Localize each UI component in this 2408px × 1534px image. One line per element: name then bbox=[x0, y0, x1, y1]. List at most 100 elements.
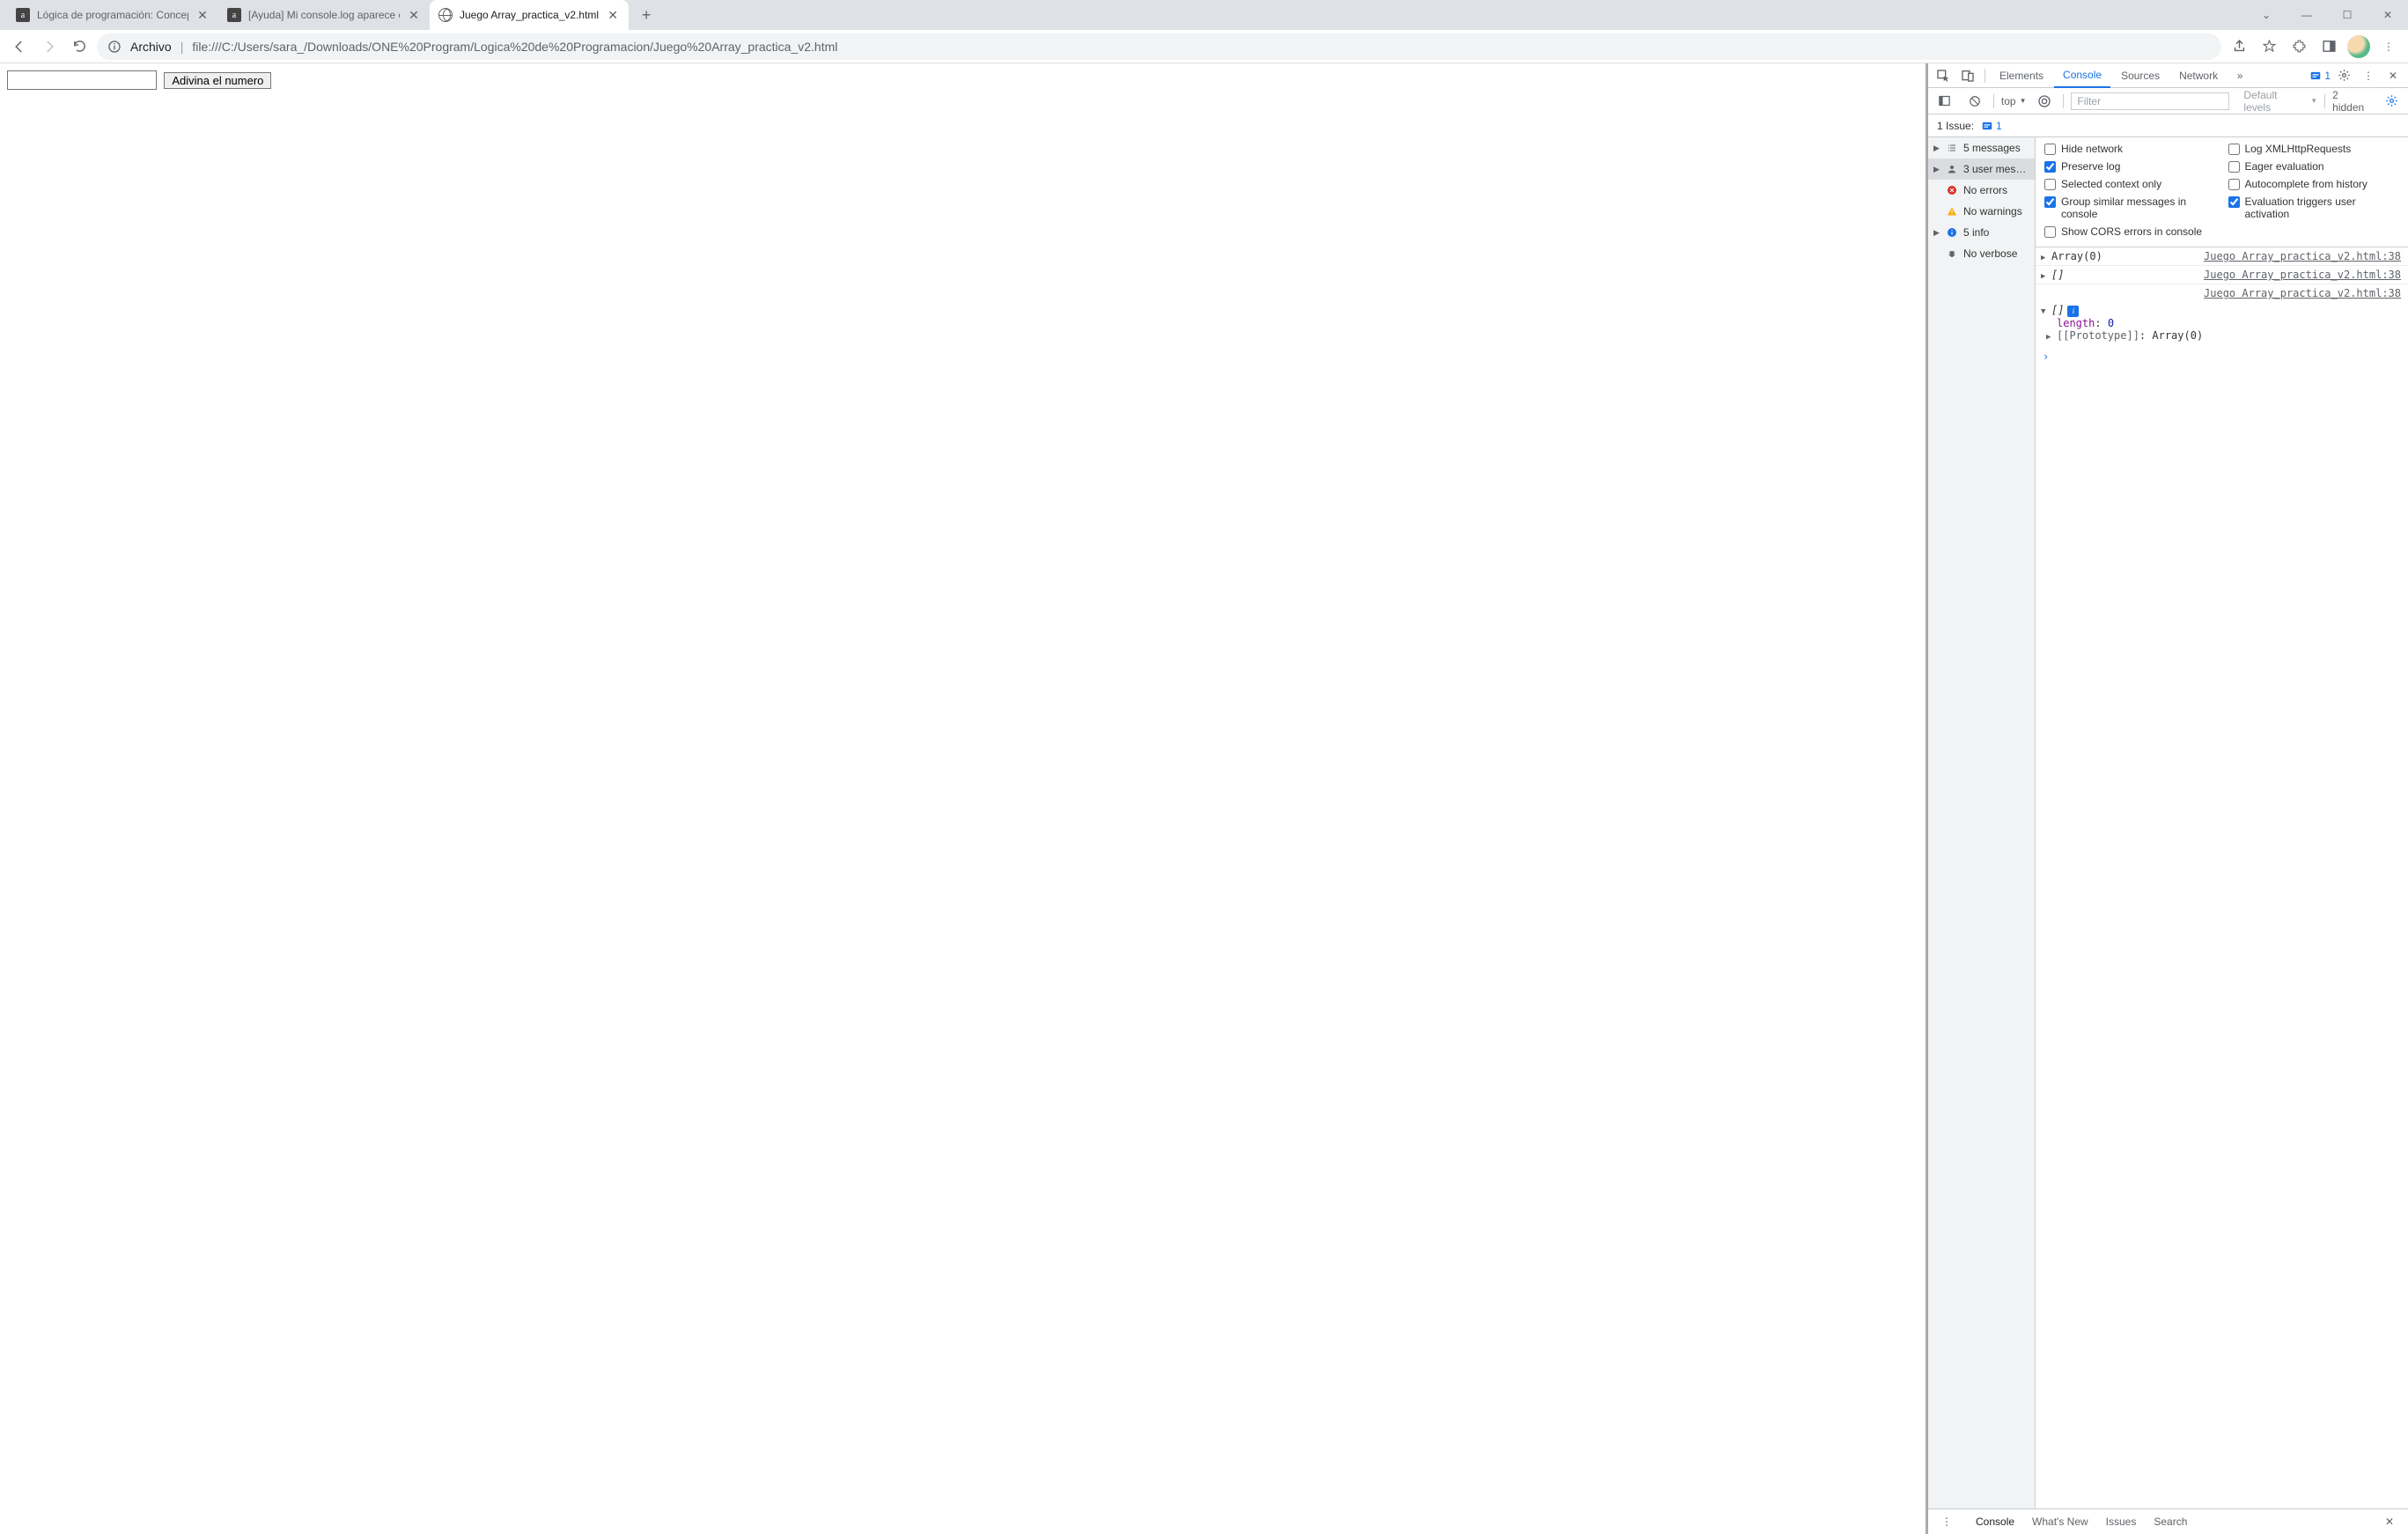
tab-title: Juego Array_practica_v2.html bbox=[460, 9, 599, 21]
drawer-tab-whatsnew[interactable]: What's New bbox=[2032, 1516, 2088, 1528]
new-tab-button[interactable]: + bbox=[634, 3, 659, 27]
browser-tab[interactable]: a Lógica de programación: Concep ✕ bbox=[7, 0, 218, 30]
drawer-tab-search[interactable]: Search bbox=[2154, 1516, 2187, 1528]
levels-selector[interactable]: Default levels▼ bbox=[2243, 89, 2317, 114]
url-text: file:///C:/Users/sara_/Downloads/ONE%20P… bbox=[192, 40, 837, 54]
sidebar-item-messages[interactable]: ▶ 5 messages bbox=[1928, 137, 2035, 159]
sidebar-item-user[interactable]: ▶ 3 user mess... bbox=[1928, 159, 2035, 180]
warning-icon bbox=[1946, 205, 1958, 218]
browser-toolbar: Archivo | file:///C:/Users/sara_/Downloa… bbox=[0, 30, 2408, 63]
clear-console-icon[interactable] bbox=[1963, 90, 1986, 113]
context-selector[interactable]: top▼ bbox=[2001, 95, 2027, 107]
maximize-icon[interactable]: ☐ bbox=[2327, 0, 2367, 30]
page-viewport: Adivina el numero bbox=[0, 63, 1928, 1534]
device-toggle-icon[interactable] bbox=[1956, 64, 1979, 87]
close-icon[interactable]: ✕ bbox=[407, 8, 421, 22]
source-link[interactable]: Juego Array_practica_v2.html:38 bbox=[2204, 269, 2401, 281]
reload-button[interactable] bbox=[67, 34, 92, 59]
browser-tab-active[interactable]: Juego Array_practica_v2.html ✕ bbox=[430, 0, 629, 30]
close-icon[interactable]: ✕ bbox=[2378, 1510, 2401, 1533]
filter-input[interactable]: Filter bbox=[2071, 92, 2229, 110]
kebab-icon[interactable]: ⋮ bbox=[1935, 1510, 1958, 1533]
sidebar-item-info[interactable]: ▶ 5 info bbox=[1928, 222, 2035, 243]
chk-autocomplete[interactable]: Autocomplete from history bbox=[2228, 178, 2400, 190]
bookmark-icon[interactable] bbox=[2257, 34, 2281, 59]
log-row[interactable]: Juego Array_practica_v2.html:38 bbox=[2036, 284, 2408, 302]
chk-hide-network[interactable]: Hide network bbox=[2044, 143, 2216, 155]
gear-icon[interactable] bbox=[2332, 64, 2355, 87]
chk-log-xhr[interactable]: Log XMLHttpRequests bbox=[2228, 143, 2400, 155]
tab-search-icon[interactable]: ⌄ bbox=[2246, 0, 2286, 30]
origin-label: Archivo bbox=[130, 40, 172, 54]
close-icon[interactable]: ✕ bbox=[195, 8, 210, 22]
chk-show-cors[interactable]: Show CORS errors in console bbox=[2044, 225, 2216, 238]
favicon-alura-icon: a bbox=[227, 8, 241, 22]
tab-console[interactable]: Console bbox=[2054, 63, 2110, 88]
extensions-icon[interactable] bbox=[2286, 34, 2311, 59]
source-link[interactable]: Juego Array_practica_v2.html:38 bbox=[2204, 250, 2401, 262]
log-row[interactable]: ▶[] Juego Array_practica_v2.html:38 bbox=[2036, 266, 2408, 284]
issues-bar: 1 Issue: 1 bbox=[1928, 114, 2408, 137]
drawer-tab-issues[interactable]: Issues bbox=[2106, 1516, 2137, 1528]
issues-link[interactable]: 1 bbox=[1981, 120, 2002, 132]
console-prompt[interactable]: › bbox=[2036, 347, 2408, 366]
tab-network[interactable]: Network bbox=[2170, 63, 2227, 88]
tab-elements[interactable]: Elements bbox=[1991, 63, 2052, 88]
chk-eager-eval[interactable]: Eager evaluation bbox=[2228, 160, 2400, 173]
bug-icon bbox=[1946, 247, 1958, 260]
back-button[interactable] bbox=[7, 34, 32, 59]
source-link[interactable]: Juego Array_practica_v2.html:38 bbox=[2204, 287, 2401, 299]
sidebar-item-verbose[interactable]: No verbose bbox=[1928, 243, 2035, 264]
sidebar-item-warnings[interactable]: No warnings bbox=[1928, 201, 2035, 222]
tab-title: Lógica de programación: Concep bbox=[37, 9, 188, 21]
list-icon bbox=[1946, 142, 1958, 154]
tab-sources[interactable]: Sources bbox=[2112, 63, 2169, 88]
gear-icon[interactable] bbox=[2380, 90, 2403, 113]
log-row-expanded[interactable]: ▼[]i length: 0 ▶[[Prototype]]: Array(0) bbox=[2036, 302, 2408, 347]
chk-preserve-log[interactable]: Preserve log bbox=[2044, 160, 2216, 173]
guess-input[interactable] bbox=[7, 70, 157, 90]
chk-group-similar[interactable]: Group similar messages in console bbox=[2044, 195, 2216, 220]
console-toolbar: top▼ Filter Default levels▼ 2 hidden bbox=[1928, 88, 2408, 114]
user-icon bbox=[1946, 163, 1958, 175]
log-row[interactable]: ▶Array(0) Juego Array_practica_v2.html:3… bbox=[2036, 247, 2408, 266]
browser-tabstrip: a Lógica de programación: Concep ✕ a [Ay… bbox=[0, 0, 2408, 30]
chk-selected-ctx[interactable]: Selected context only bbox=[2044, 178, 2216, 190]
window-close-icon[interactable]: ✕ bbox=[2367, 0, 2408, 30]
close-icon[interactable]: ✕ bbox=[606, 8, 620, 22]
devtools-drawer: ⋮ Console What's New Issues Search ✕ bbox=[1928, 1508, 2408, 1534]
kebab-icon[interactable]: ⋮ bbox=[2357, 64, 2380, 87]
browser-tab[interactable]: a [Ayuda] Mi console.log aparece c ✕ bbox=[218, 0, 430, 30]
error-icon bbox=[1946, 184, 1958, 196]
chk-eval-triggers[interactable]: Evaluation triggers user activation bbox=[2228, 195, 2400, 220]
issues-label: 1 Issue: bbox=[1937, 120, 1974, 132]
globe-icon bbox=[438, 8, 453, 22]
sidepanel-icon[interactable] bbox=[2316, 34, 2341, 59]
console-log-list: ▶Array(0) Juego Array_practica_v2.html:3… bbox=[2036, 247, 2408, 1508]
devtools-panel: Elements Console Sources Network » 1 ⋮ ✕ bbox=[1928, 63, 2408, 1534]
guess-button[interactable]: Adivina el numero bbox=[164, 72, 271, 89]
separator: | bbox=[180, 40, 184, 54]
drawer-tab-console[interactable]: Console bbox=[1976, 1516, 2014, 1528]
forward-button[interactable] bbox=[37, 34, 62, 59]
share-icon[interactable] bbox=[2227, 34, 2251, 59]
console-settings: Hide network Log XMLHttpRequests Preserv… bbox=[2036, 137, 2408, 247]
console-main: Hide network Log XMLHttpRequests Preserv… bbox=[2036, 137, 2408, 1508]
sidebar-toggle-icon[interactable] bbox=[1933, 90, 1956, 113]
kebab-menu-icon[interactable]: ⋮ bbox=[2376, 34, 2401, 59]
address-bar[interactable]: Archivo | file:///C:/Users/sara_/Downloa… bbox=[97, 33, 2221, 60]
live-expression-icon[interactable] bbox=[2033, 90, 2056, 113]
minimize-icon[interactable]: — bbox=[2286, 0, 2327, 30]
close-icon[interactable]: ✕ bbox=[2382, 64, 2404, 87]
favicon-alura-icon: a bbox=[16, 8, 30, 22]
more-tabs-icon[interactable]: » bbox=[2228, 64, 2251, 87]
issues-badge[interactable]: 1 bbox=[2309, 70, 2331, 82]
console-sidebar: ▶ 5 messages ▶ 3 user mess... bbox=[1928, 137, 2036, 1508]
tab-title: [Ayuda] Mi console.log aparece c bbox=[248, 9, 400, 21]
info-icon[interactable]: i bbox=[2067, 306, 2079, 317]
sidebar-item-errors[interactable]: No errors bbox=[1928, 180, 2035, 201]
site-info-icon[interactable] bbox=[107, 40, 122, 54]
profile-avatar[interactable] bbox=[2346, 34, 2371, 59]
window-controls: ⌄ — ☐ ✕ bbox=[2246, 0, 2408, 30]
inspect-icon[interactable] bbox=[1932, 64, 1955, 87]
